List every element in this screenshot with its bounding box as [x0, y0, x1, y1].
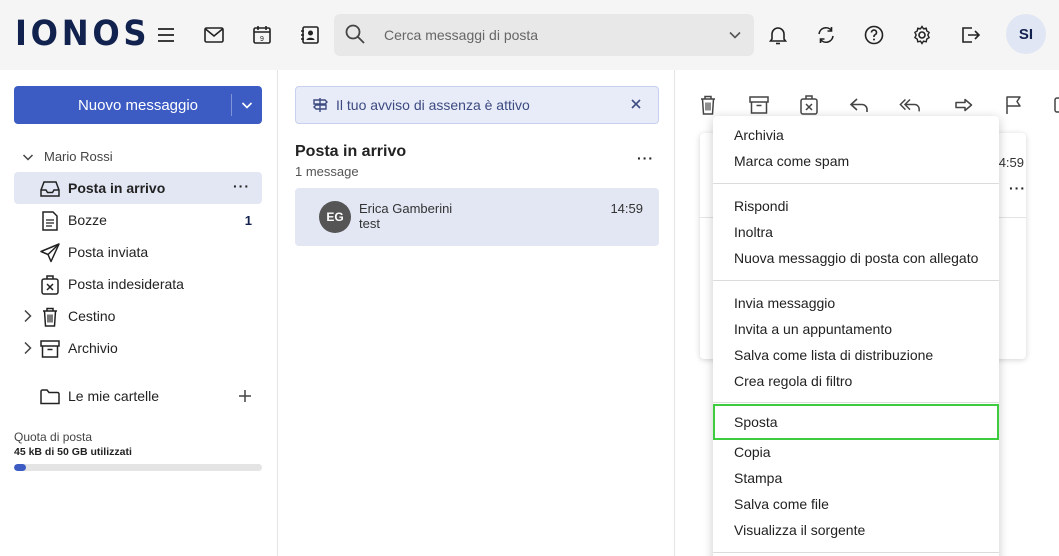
avatar[interactable]: SI — [1006, 14, 1046, 54]
more-options-icon[interactable]: ··· — [637, 150, 654, 166]
calendar-icon[interactable]: 9 — [249, 22, 275, 48]
notice-text: Il tuo avviso di assenza è attivo — [336, 97, 530, 113]
folder-title: Posta in arrivo — [295, 143, 407, 160]
add-folder-icon[interactable] — [238, 389, 252, 403]
flag-icon[interactable] — [1003, 94, 1025, 116]
sidebar-item-label: Bozze — [68, 212, 107, 228]
svg-text:9: 9 — [260, 36, 264, 43]
reply-icon[interactable] — [848, 94, 870, 116]
chevron-right-icon[interactable] — [23, 341, 33, 355]
sidebar-item-label: Posta in arrivo — [68, 180, 166, 196]
menu-item-forward[interactable]: Inoltra — [713, 219, 999, 245]
chevron-down-icon[interactable] — [728, 28, 742, 42]
draft-icon — [40, 211, 60, 231]
message-list-pane: Il tuo avviso di assenza è attivo Posta … — [279, 70, 675, 556]
menu-item-move[interactable]: Sposta — [713, 404, 999, 440]
menu-item-view-source[interactable]: Visualizza il sorgente — [713, 517, 999, 543]
account-name: Mario Rossi — [44, 149, 113, 164]
more-options-icon[interactable]: ··· — [233, 178, 250, 194]
archive-icon — [40, 339, 60, 359]
signpost-icon — [312, 97, 328, 113]
hamburger-menu-icon[interactable] — [153, 22, 179, 48]
sidebar-item-label: Posta inviata — [68, 244, 149, 260]
inbox-icon — [40, 179, 60, 199]
menu-item-save-distribution-list[interactable]: Salva come lista di distribuzione — [713, 342, 999, 368]
chevron-down-icon[interactable] — [241, 99, 253, 111]
menu-item-copy[interactable]: Copia — [713, 439, 999, 465]
account-header[interactable]: Mario Rossi — [22, 149, 113, 164]
chevron-right-icon[interactable] — [23, 309, 33, 323]
sidebar-item-spam[interactable]: Posta indesiderata — [14, 268, 262, 300]
send-icon — [40, 243, 60, 263]
logout-icon[interactable] — [957, 22, 983, 48]
sidebar-item-inbox[interactable]: Posta in arrivo ··· — [14, 172, 262, 204]
menu-item-save-as-file[interactable]: Salva come file — [713, 491, 999, 517]
menu-item-print[interactable]: Stampa — [713, 465, 999, 491]
new-message-button[interactable]: Nuovo messaggio — [14, 86, 262, 124]
quota-progress-fill — [14, 464, 27, 471]
menu-item-archive[interactable]: Archivia — [713, 122, 999, 148]
help-icon[interactable] — [861, 22, 887, 48]
menu-item-mark-spam[interactable]: Marca come spam — [713, 148, 999, 174]
context-menu: Archivia Marca come spam Rispondi Inoltr… — [713, 116, 999, 556]
trash-icon — [40, 307, 60, 327]
menu-item-new-with-attachment[interactable]: Nuova messaggio di posta con allegato — [713, 245, 999, 271]
sidebar-item-label: Posta indesiderata — [68, 276, 184, 292]
sidebar-item-label: Archivio — [68, 340, 118, 356]
message-row[interactable]: EG Erica Gamberini test 14:59 — [295, 188, 659, 246]
mail-icon[interactable] — [201, 22, 227, 48]
close-icon[interactable] — [630, 98, 642, 110]
sidebar-item-archive[interactable]: Archivio — [14, 332, 262, 364]
menu-item-reply[interactable]: Rispondi — [713, 193, 999, 219]
delete-icon[interactable] — [697, 94, 719, 116]
my-folders-label: Le mie cartelle — [68, 388, 160, 404]
sidebar-item-drafts[interactable]: Bozze 1 — [14, 204, 262, 236]
sender-avatar: EG — [319, 201, 351, 233]
bell-icon[interactable] — [765, 22, 791, 48]
menu-divider — [713, 280, 999, 281]
unread-count-badge: 1 — [244, 212, 252, 228]
sidebar-item-sent[interactable]: Posta inviata — [14, 236, 262, 268]
more-options-icon[interactable]: ··· — [1009, 180, 1026, 196]
my-folders-section[interactable]: Le mie cartelle — [14, 380, 262, 412]
message-time: 4:59 — [998, 155, 1024, 170]
archive-icon[interactable] — [748, 94, 770, 116]
out-of-office-notice[interactable]: Il tuo avviso di assenza è attivo — [295, 86, 659, 124]
new-message-label: Nuovo messaggio — [77, 96, 199, 114]
spam-icon[interactable] — [798, 94, 820, 116]
button-divider — [231, 94, 232, 116]
quota-label: Quota di posta — [14, 430, 93, 444]
reply-all-icon[interactable] — [899, 94, 921, 116]
sidebar-item-label: Cestino — [68, 308, 116, 324]
menu-divider — [713, 183, 999, 184]
contacts-icon[interactable] — [297, 22, 323, 48]
menu-divider — [713, 552, 999, 553]
ionos-logo[interactable]: IONOS — [15, 16, 150, 52]
message-subject: test — [359, 216, 380, 231]
message-count: 1 message — [295, 164, 359, 179]
gear-icon[interactable] — [909, 22, 935, 48]
chevron-down-icon — [22, 153, 34, 161]
menu-item-send-message[interactable]: Invia messaggio — [713, 290, 999, 316]
quota-value: 45 kB di 50 GB utilizzati — [14, 446, 132, 458]
top-header: IONOS 9 SI — [0, 0, 1059, 70]
menu-item-create-filter-rule[interactable]: Crea regola di filtro — [713, 368, 999, 394]
forward-icon[interactable] — [953, 94, 975, 116]
message-sender: Erica Gamberini — [359, 201, 453, 216]
refresh-icon[interactable] — [813, 22, 839, 48]
menu-divider — [713, 402, 999, 403]
search-bar[interactable] — [334, 14, 754, 56]
message-time: 14:59 — [610, 201, 643, 216]
search-icon — [345, 24, 365, 44]
more-actions-icon[interactable] — [1048, 94, 1059, 116]
quota-progress-bar — [14, 464, 262, 471]
sidebar-item-trash[interactable]: Cestino — [14, 300, 262, 332]
sidebar: Nuovo messaggio Mario Rossi Posta in arr… — [0, 70, 278, 556]
spam-icon — [40, 275, 60, 295]
folder-icon — [40, 387, 60, 407]
search-input[interactable] — [384, 14, 704, 56]
menu-item-invite-appointment[interactable]: Invita a un appuntamento — [713, 316, 999, 342]
